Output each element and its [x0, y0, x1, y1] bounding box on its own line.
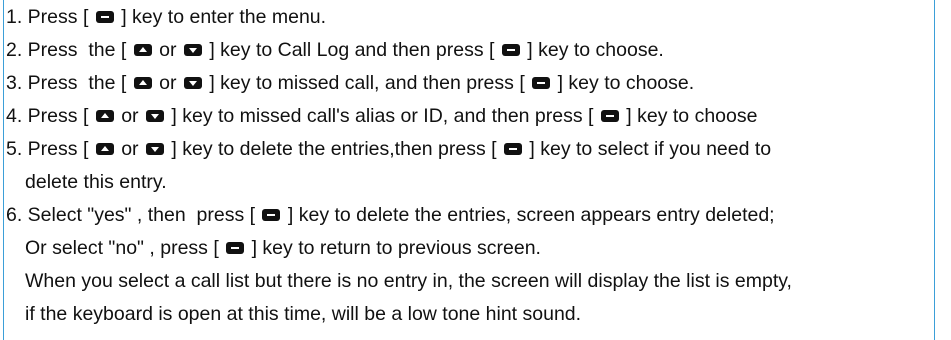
step-text: ] key to choose	[620, 105, 758, 127]
down-arrow-key-icon	[183, 77, 202, 89]
step-text: 1. Press [	[6, 6, 94, 28]
step-text: 2. Press the [	[6, 39, 132, 61]
right-margin-rule	[934, 0, 935, 340]
step-text: or	[115, 138, 144, 160]
step-4: 4. Press [ or ] key to missed call's ali…	[6, 101, 757, 131]
step-text: or	[115, 105, 144, 127]
menu-key-icon	[262, 209, 281, 221]
step-text: ] key to delete the entries, screen appe…	[282, 204, 775, 226]
up-arrow-key-icon	[133, 77, 152, 89]
left-margin-rule	[3, 0, 4, 340]
step-text: or	[153, 39, 182, 61]
empty-list-note-continuation: if the keyboard is open at this time, wi…	[25, 299, 581, 329]
menu-key-icon	[600, 110, 619, 122]
menu-key-icon	[226, 242, 245, 254]
step-text: 6. Select "yes" , then press [	[6, 204, 261, 226]
step-text: ] key to enter the menu.	[115, 6, 327, 28]
menu-key-icon	[532, 77, 551, 89]
up-arrow-key-icon	[95, 110, 114, 122]
step-5: 5. Press [ or ] key to delete the entrie…	[6, 134, 771, 164]
step-1: 1. Press [ ] key to enter the menu.	[6, 2, 326, 32]
down-arrow-key-icon	[183, 44, 202, 56]
step-text: delete this entry.	[25, 171, 167, 193]
down-arrow-key-icon	[145, 110, 164, 122]
step-6: 6. Select "yes" , then press [ ] key to …	[6, 200, 775, 230]
empty-list-note: When you select a call list but there is…	[25, 266, 792, 296]
step-text: ] key to Call Log and then press [	[203, 39, 500, 61]
note-text: if the keyboard is open at this time, wi…	[25, 303, 582, 325]
note-text: When you select a call list but there is…	[25, 270, 792, 292]
step-text: ] key to select if you need to	[524, 138, 772, 160]
menu-key-icon	[95, 11, 114, 23]
step-text: ] key to choose.	[552, 72, 695, 94]
up-arrow-key-icon	[133, 44, 152, 56]
menu-key-icon	[501, 44, 520, 56]
up-arrow-key-icon	[95, 143, 114, 155]
step-2: 2. Press the [ or ] key to Call Log and …	[6, 35, 664, 65]
step-text: 4. Press [	[6, 105, 94, 127]
step-text: ] key to choose.	[521, 39, 664, 61]
step-5-continuation: delete this entry.	[25, 167, 167, 197]
step-text: ] key to return to previous screen.	[246, 237, 541, 259]
step-text: ] key to delete the entries,then press [	[165, 138, 502, 160]
step-6-alternative: Or select "no" , press [ ] key to return…	[25, 233, 541, 263]
step-text: or	[153, 72, 182, 94]
step-text: ] key to missed call's alias or ID, and …	[165, 105, 599, 127]
menu-key-icon	[504, 143, 522, 155]
step-3: 3. Press the [ or ] key to missed call, …	[6, 68, 694, 98]
step-text: ] key to missed call, and then press [	[203, 72, 531, 94]
step-text: Or select "no" , press [	[25, 237, 225, 259]
step-text: 5. Press [	[6, 138, 94, 160]
down-arrow-key-icon	[145, 143, 164, 155]
step-text: 3. Press the [	[6, 72, 132, 94]
